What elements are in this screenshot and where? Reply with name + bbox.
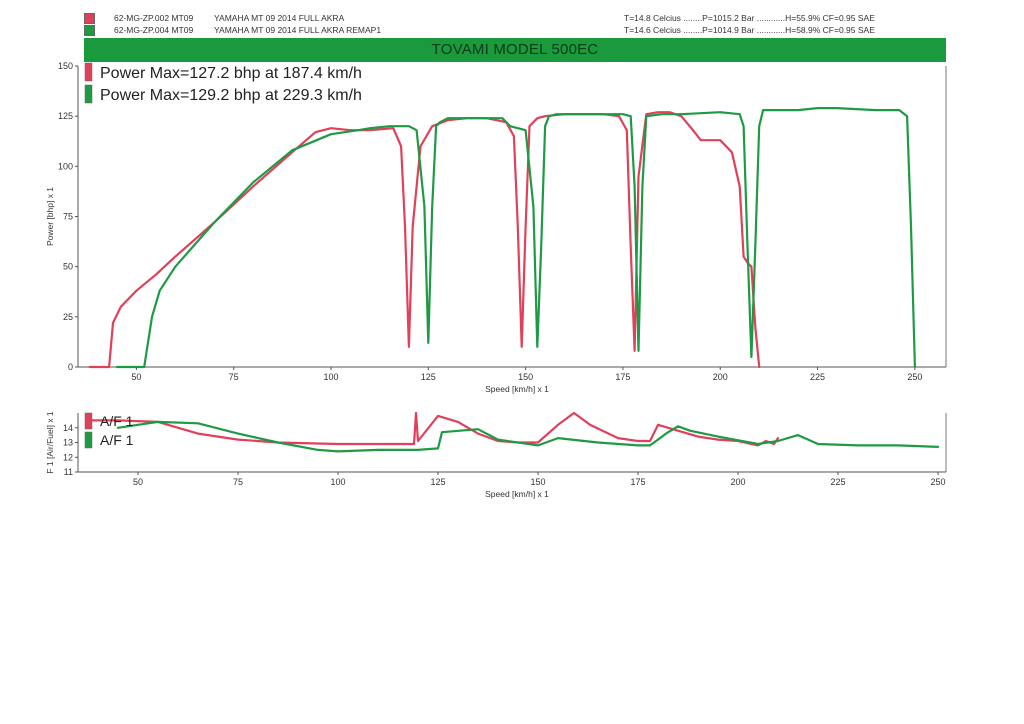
- af-x-tick-label: 150: [530, 477, 545, 487]
- power-x-tick-label: 250: [907, 372, 922, 382]
- power-legend-label-2: Power Max=129.2 bhp at 229.3 km/h: [100, 87, 362, 104]
- af-legend-swatch-1: [84, 412, 93, 430]
- power-legend-swatch-1: [84, 62, 93, 82]
- af-x-tick-label: 100: [330, 477, 345, 487]
- af-x-tick-label: 50: [133, 477, 143, 487]
- power-x-tick-label: 50: [131, 372, 141, 382]
- af-x-tick-label: 125: [430, 477, 445, 487]
- power-y-tick-label: 75: [63, 212, 73, 222]
- power-y-tick-label: 125: [58, 111, 73, 121]
- af-y-axis-label: F 1 [Air/Fuel] x 1: [45, 411, 55, 474]
- af-x-tick-label: 225: [830, 477, 845, 487]
- power-x-tick-label: 75: [229, 372, 239, 382]
- power-y-tick-label: 25: [63, 312, 73, 322]
- af-y-tick-label: 11: [64, 467, 73, 477]
- af-x-axis-label: Speed [km/h] x 1: [485, 489, 549, 499]
- af-legend-label-1: A/F 1: [100, 413, 134, 429]
- af-x-tick-label: 175: [630, 477, 645, 487]
- power-x-tick-label: 100: [323, 372, 338, 382]
- af-x-tick-label: 75: [233, 477, 243, 487]
- af-y-tick-label: 14: [63, 423, 73, 433]
- power-y-tick-label: 150: [58, 61, 73, 71]
- power-x-axis-label: Speed [km/h] x 1: [485, 384, 549, 394]
- power-x-tick-label: 175: [615, 372, 630, 382]
- power-series-line-2: [115, 106, 917, 369]
- power-x-tick-label: 200: [713, 372, 728, 382]
- af-y-tick-label: 12: [63, 452, 73, 462]
- af-legend-swatch-2: [84, 431, 93, 449]
- power-x-tick-label: 150: [518, 372, 533, 382]
- af-series-line-2: [116, 420, 940, 453]
- power-y-tick-label: 0: [68, 362, 73, 372]
- af-legend-label-2: A/F 1: [100, 432, 134, 448]
- power-x-tick-label: 225: [810, 372, 825, 382]
- af-y-tick-label: 13: [63, 438, 73, 448]
- af-x-tick-label: 250: [930, 477, 945, 487]
- power-x-tick-label: 125: [421, 372, 436, 382]
- power-chart: 50 75 100 125 150 175 200 225 250 0 25 50 75 100 125 15…: [45, 61, 947, 499]
- power-y-tick-label: 50: [63, 262, 73, 272]
- power-legend-swatch-2: [84, 84, 93, 104]
- power-y-axis-label: Power [bhp] x 1: [45, 187, 55, 246]
- power-legend-label-1: Power Max=127.2 bhp at 187.4 km/h: [100, 65, 362, 82]
- power-y-tick-label: 100: [58, 161, 73, 171]
- af-x-tick-label: 200: [730, 477, 745, 487]
